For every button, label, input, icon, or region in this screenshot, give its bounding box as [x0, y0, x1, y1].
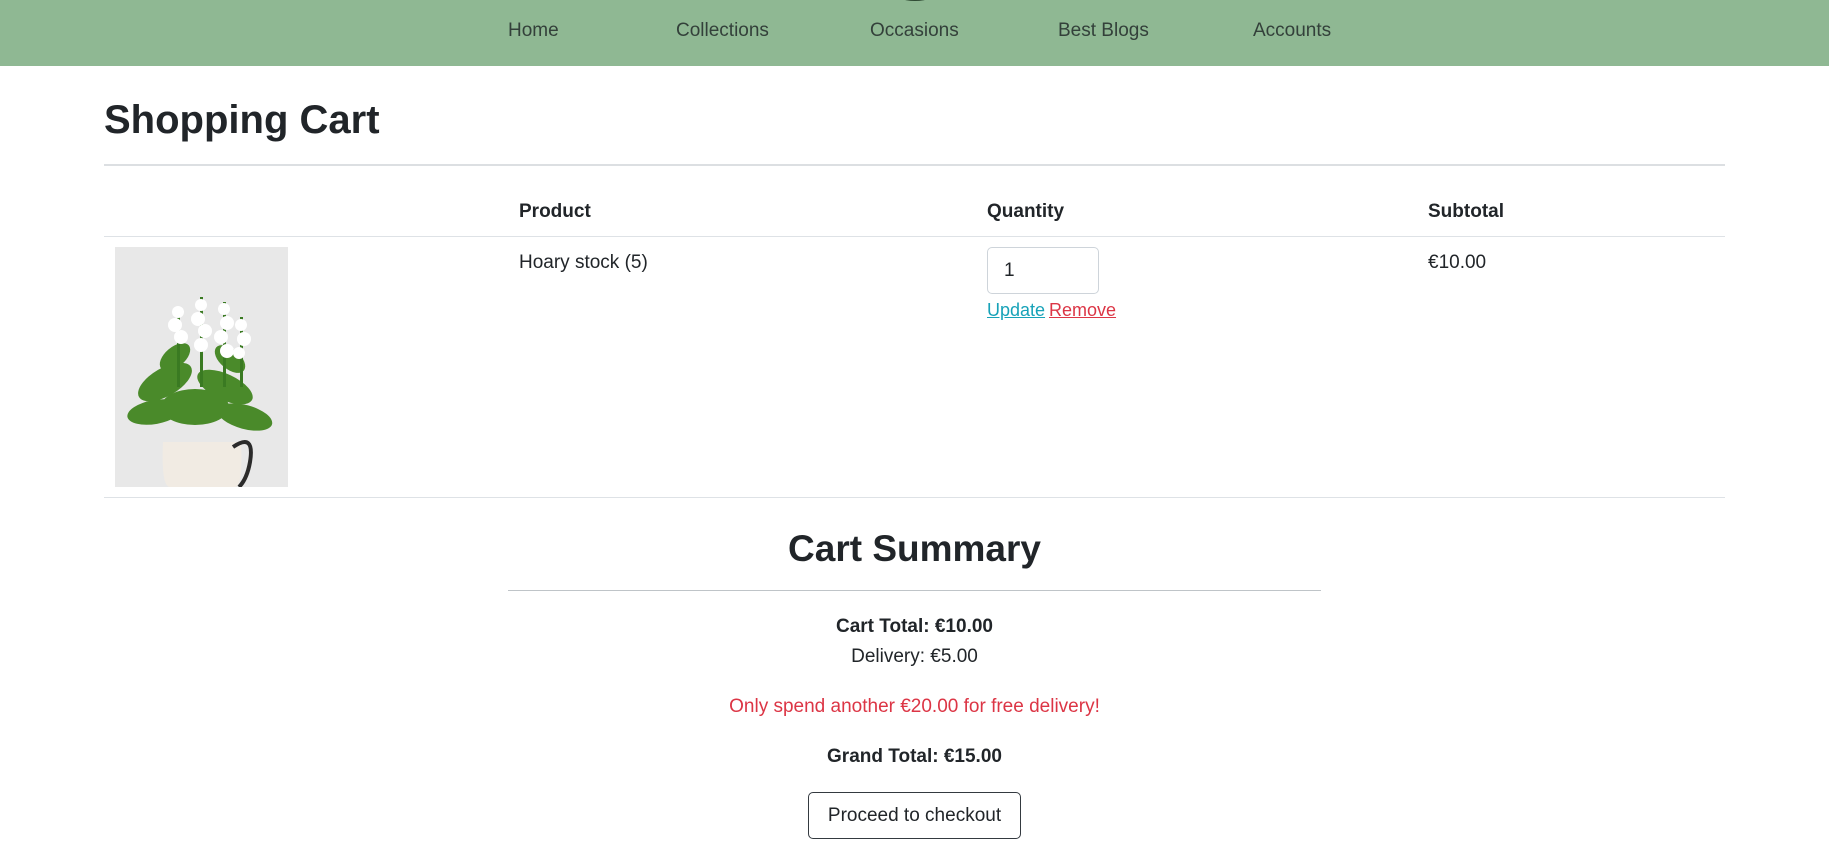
- header-product: Product: [519, 201, 591, 222]
- nav-occasions[interactable]: Occasions: [870, 20, 959, 42]
- nav-collections[interactable]: Collections: [676, 20, 769, 42]
- row-subtotal: €10.00: [1428, 252, 1487, 273]
- row-divider: [104, 497, 1725, 498]
- quantity-input[interactable]: [987, 247, 1099, 294]
- nav-home[interactable]: Home: [508, 20, 559, 42]
- page-title: Shopping Cart: [104, 98, 380, 142]
- nav-best-blogs[interactable]: Best Blogs: [1058, 20, 1149, 42]
- product-image: [115, 247, 288, 487]
- logo-arc: [892, 0, 938, 1]
- header-divider: [104, 236, 1725, 237]
- delivery-cost: Delivery: €5.00: [851, 646, 978, 667]
- summary-title: Cart Summary: [788, 528, 1041, 569]
- cart-total: Cart Total: €10.00: [836, 616, 993, 637]
- header-subtotal: Subtotal: [1428, 201, 1504, 222]
- summary-divider: [508, 590, 1321, 591]
- proceed-to-checkout-button[interactable]: Proceed to checkout: [808, 792, 1021, 839]
- free-delivery-notice: Only spend another €20.00 for free deliv…: [729, 696, 1100, 717]
- grand-total: Grand Total: €15.00: [827, 746, 1002, 767]
- header-quantity: Quantity: [987, 201, 1065, 222]
- update-link[interactable]: Update: [987, 300, 1045, 321]
- remove-link[interactable]: Remove: [1049, 300, 1116, 321]
- product-name[interactable]: Hoary stock (5): [519, 252, 648, 274]
- title-divider: [104, 164, 1725, 166]
- nav-accounts[interactable]: Accounts: [1253, 20, 1331, 42]
- top-navbar: Home Collections Occasions Best Blogs Ac…: [0, 0, 1829, 66]
- flower-vase-illustration: [115, 247, 288, 487]
